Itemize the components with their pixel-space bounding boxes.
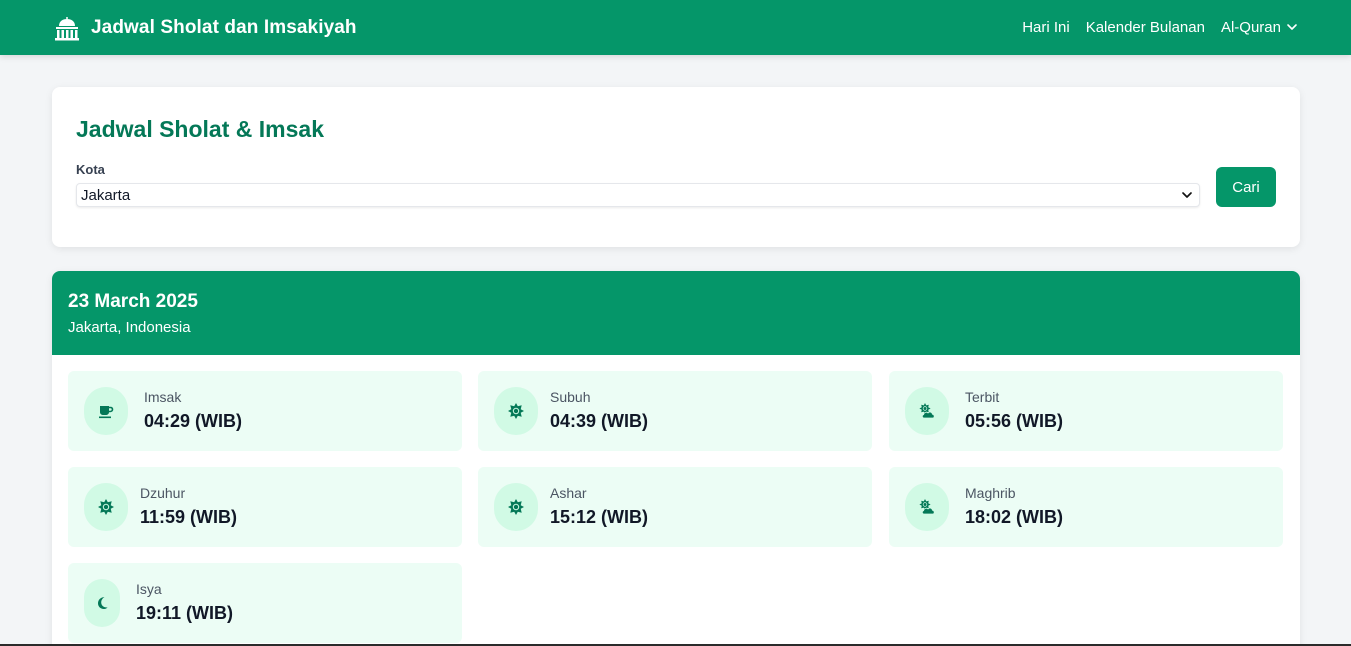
cloud-sun-icon [905, 387, 949, 435]
prayer-tile-imsak: Imsak 04:29 (WIB) [68, 371, 462, 451]
nav-link-hari-ini[interactable]: Hari Ini [1022, 19, 1070, 36]
city-select[interactable]: Jakarta [76, 183, 1200, 207]
brand[interactable]: Jadwal Sholat dan Imsakiyah [54, 13, 357, 42]
prayer-time: 11:59 (WIB) [140, 507, 238, 527]
search-title: Jadwal Sholat & Imsak [76, 116, 324, 142]
navbar: Jadwal Sholat dan Imsakiyah Hari Ini Kal… [0, 0, 1351, 55]
moon-icon [84, 579, 120, 627]
prayer-name: Terbit [965, 389, 1000, 405]
prayer-name: Maghrib [965, 485, 1016, 501]
prayer-time: 15:12 (WIB) [550, 507, 649, 527]
brand-title: Jadwal Sholat dan Imsakiyah [91, 16, 357, 38]
prayer-name: Subuh [550, 389, 591, 405]
city-select-value: Jakarta [81, 186, 131, 204]
cloud-sun-icon [905, 483, 949, 531]
city-label: Kota [76, 162, 105, 177]
schedule-location: Jakarta, Indonesia [68, 319, 191, 336]
schedule-card: 23 March 2025 Jakarta, Indonesia Imsak 0… [52, 271, 1300, 646]
prayer-tile-ashar: Ashar 15:12 (WIB) [478, 467, 872, 547]
prayer-tile-subuh: Subuh 04:39 (WIB) [478, 371, 872, 451]
prayer-tile-isya: Isya 19:11 (WIB) [68, 563, 462, 643]
mosque-icon [55, 16, 79, 40]
prayer-time: 18:02 (WIB) [965, 507, 1064, 527]
sun-icon [84, 483, 128, 531]
prayer-time: 04:29 (WIB) [144, 411, 243, 431]
search-button[interactable]: Cari [1216, 167, 1276, 207]
sun-icon [494, 387, 538, 435]
prayer-time: 19:11 (WIB) [136, 603, 234, 623]
prayer-tile-terbit: Terbit 05:56 (WIB) [889, 371, 1283, 451]
sun-icon [494, 483, 538, 531]
prayer-time: 04:39 (WIB) [550, 411, 649, 431]
prayer-name: Isya [136, 581, 162, 597]
chevron-down-icon [1182, 192, 1192, 198]
prayer-name: Ashar [550, 485, 587, 501]
nav-link-kalender-bulanan[interactable]: Kalender Bulanan [1086, 19, 1205, 36]
prayer-name: Dzuhur [140, 485, 186, 501]
nav-links: Hari Ini Kalender Bulanan Al-Quran [1022, 17, 1298, 37]
mug-icon [84, 387, 128, 435]
nav-dropdown-al-quran[interactable]: Al-Quran [1221, 19, 1298, 36]
schedule-header: 23 March 2025 Jakarta, Indonesia [52, 271, 1300, 355]
search-card: Jadwal Sholat & Imsak Kota Jakarta Cari [52, 87, 1300, 247]
chevron-down-icon [1287, 24, 1297, 30]
nav-dropdown-label: Al-Quran [1220, 18, 1281, 36]
prayer-time: 05:56 (WIB) [965, 411, 1064, 431]
prayer-tile-maghrib: Maghrib 18:02 (WIB) [889, 467, 1283, 547]
schedule-date: 23 March 2025 [68, 291, 198, 312]
prayer-name: Imsak [144, 389, 182, 405]
prayer-tile-dzuhur: Dzuhur 11:59 (WIB) [68, 467, 462, 547]
